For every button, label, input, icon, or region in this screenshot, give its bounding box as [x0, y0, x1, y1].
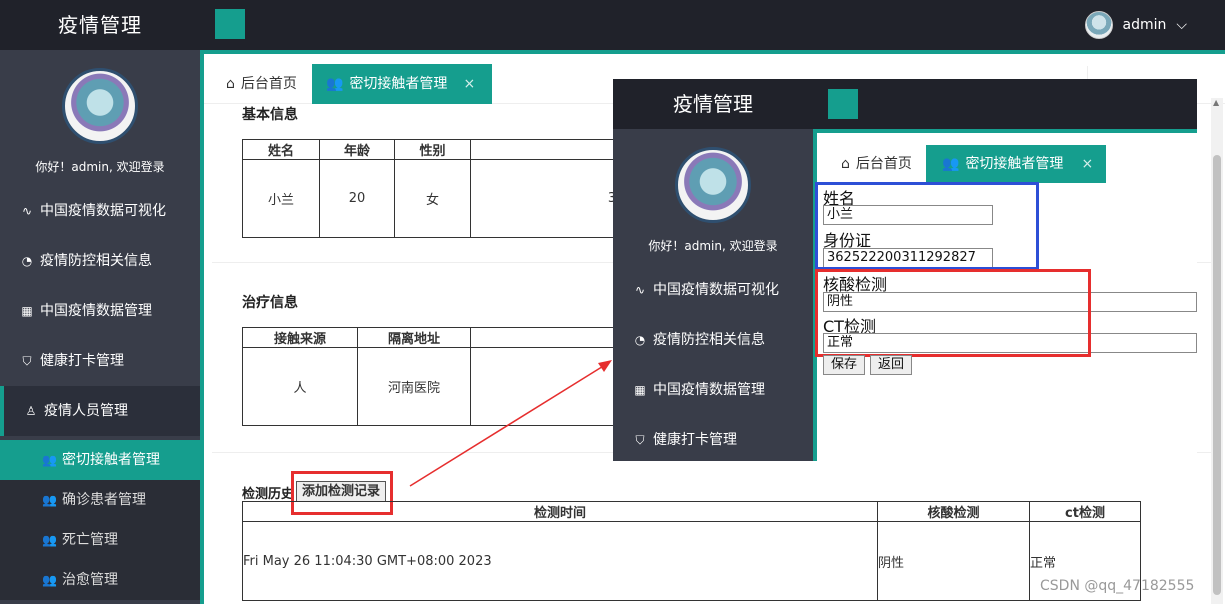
scrollbar[interactable]: ▲: [1211, 98, 1223, 604]
tab-home[interactable]: ⌂ 后台首页: [827, 145, 926, 183]
sidebar-item-data-management[interactable]: ▦ 中国疫情数据管理: [0, 286, 200, 336]
highlight-box: [815, 182, 1039, 270]
profile-avatar: [62, 68, 138, 144]
shield-icon: ⛉: [22, 354, 32, 368]
chevron-down-icon: ⌵: [1176, 17, 1187, 33]
scrollbar-thumb[interactable]: [1213, 155, 1221, 595]
users-icon: 👥: [42, 573, 57, 587]
app-title: 疫情管理: [673, 92, 753, 116]
tab-close-contacts[interactable]: 👥 密切接触者管理 ×: [312, 64, 492, 104]
column-header: 接触来源: [242, 327, 358, 348]
watermark: CSDN @qq_47182555: [1040, 578, 1195, 594]
sidebar-item-prevention[interactable]: ◔ 疫情防控相关信息: [0, 236, 200, 286]
menu-toggle-button[interactable]: [828, 89, 858, 119]
sidebar-sub-close-contacts[interactable]: 👥 密切接触者管理: [0, 440, 200, 480]
column-header: 核酸检测: [877, 501, 1030, 522]
users-icon: 👥: [942, 156, 960, 172]
sidebar: 你好！admin, 欢迎登录 ∿ 中国疫情数据可视化 ◔ 疫情防控相关信息 ▦ 中国疫…: [613, 129, 813, 461]
person-icon: ♙: [25, 404, 37, 418]
column-header: 检测时间: [242, 501, 878, 522]
username: admin: [1122, 17, 1167, 33]
table-cell: 阴性: [877, 521, 1030, 601]
home-icon: ⌂: [841, 156, 850, 172]
menu-toggle-button[interactable]: [215, 9, 245, 39]
sidebar-item-prevention[interactable]: ◔ 疫情防控相关信息: [613, 315, 813, 365]
sidebar-item-data-management[interactable]: ▦ 中国疫情数据管理: [613, 365, 813, 415]
grid-icon: ▦: [634, 383, 646, 397]
sidebar-item-health-checkin[interactable]: ⛉ 健康打卡管理: [613, 415, 813, 461]
pulse-icon: ∿: [634, 283, 646, 297]
table-cell: Fri May 26 11:04:30 GMT+08:00 2023: [242, 521, 878, 601]
shield-icon: ⛉: [635, 433, 645, 447]
column-header: ct检测: [1029, 501, 1141, 522]
grid-icon: ▦: [21, 304, 33, 318]
palette-icon: ◔: [634, 333, 646, 347]
sidebar-item-health-checkin[interactable]: ⛉ 健康打卡管理: [0, 336, 200, 386]
table-cell: 小兰: [242, 159, 320, 238]
close-icon[interactable]: ×: [463, 64, 475, 104]
pulse-icon: ∿: [21, 204, 33, 218]
profile-avatar: [675, 147, 751, 223]
table-cell: 女: [394, 159, 471, 238]
highlight-box: [815, 269, 1091, 357]
basic-info-title: 基本信息: [242, 107, 298, 123]
welcome-text: 你好！admin, 欢迎登录: [648, 239, 778, 253]
home-icon: ⌂: [226, 76, 235, 92]
sidebar-sub-cured[interactable]: 👥 治愈管理: [0, 560, 200, 600]
history-title: 检测历史: [242, 487, 295, 502]
edit-form-window: 疫情管理 你好！admin, 欢迎登录 ∿ 中国疫情数据可视化 ◔ 疫情防控相关信息…: [613, 79, 1197, 461]
users-icon: 👥: [326, 76, 344, 92]
treatment-info-title: 治疗信息: [242, 295, 298, 311]
save-button[interactable]: 保存: [823, 355, 865, 375]
column-header: 年龄: [319, 139, 395, 160]
sidebar-item-visualization[interactable]: ∿ 中国疫情数据可视化: [613, 265, 813, 315]
close-icon[interactable]: ×: [1081, 145, 1093, 183]
app-title: 疫情管理: [58, 13, 142, 37]
tab-home[interactable]: ⌂ 后台首页: [212, 64, 311, 104]
annotation-arrow: [409, 360, 612, 487]
tab-close-contacts[interactable]: 👥 密切接触者管理 ×: [926, 145, 1106, 183]
scroll-up-icon[interactable]: ▲: [1213, 98, 1219, 107]
column-header: 性别: [394, 139, 471, 160]
palette-icon: ◔: [21, 254, 33, 268]
users-icon: 👥: [42, 533, 57, 547]
column-header: 姓名: [242, 139, 320, 160]
sidebar-sub-confirmed[interactable]: 👥 确诊患者管理: [0, 480, 200, 520]
sidebar-sub-deaths[interactable]: 👥 死亡管理: [0, 520, 200, 560]
table-cell: 20: [319, 159, 395, 238]
users-icon: 👥: [42, 493, 57, 507]
top-bar: 疫情管理 admin ⌵: [0, 0, 1225, 50]
table-cell: 人: [242, 347, 358, 426]
column-header: 隔离地址: [357, 327, 471, 348]
welcome-text: 你好！admin, 欢迎登录: [35, 160, 165, 174]
avatar: [1084, 11, 1113, 39]
table-row: Fri May 26 11:04:30 GMT+08:00 2023 阴性 正常: [242, 521, 1141, 601]
back-button[interactable]: 返回: [870, 355, 912, 375]
top-bar: 疫情管理: [613, 79, 1197, 129]
sidebar-item-visualization[interactable]: ∿ 中国疫情数据可视化: [0, 186, 200, 236]
users-icon: 👥: [42, 453, 57, 467]
sidebar-item-personnel[interactable]: ♙ 疫情人员管理: [0, 386, 200, 436]
sidebar: 你好！admin, 欢迎登录 ∿ 中国疫情数据可视化 ◔ 疫情防控相关信息 ▦ 中国疫…: [0, 50, 200, 604]
history-table: 检测时间 核酸检测 ct检测 Fri May 26 11:04:30 GMT+0…: [242, 501, 1141, 601]
basic-info-table: 姓名 年龄 性别 小兰 20 女 3625: [242, 139, 642, 238]
user-menu[interactable]: admin ⌵: [1084, 11, 1187, 39]
